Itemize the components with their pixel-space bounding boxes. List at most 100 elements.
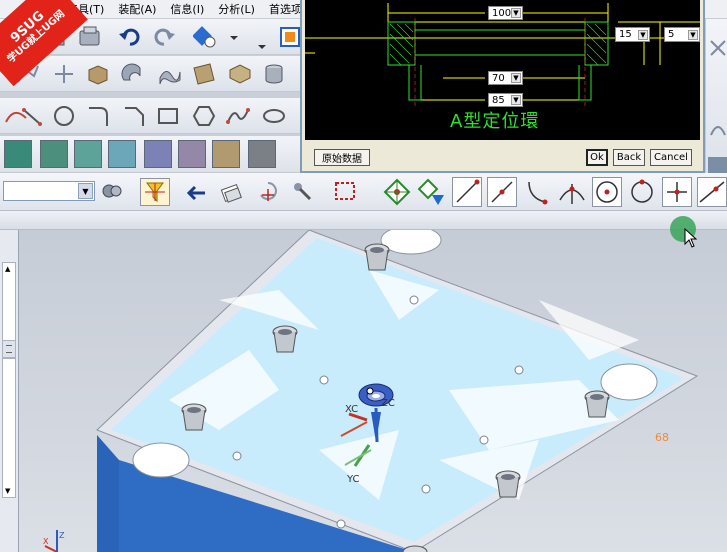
axis-xc-label: XC [345, 404, 358, 415]
snap-point-on-curve-icon[interactable] [697, 177, 727, 207]
dim-right-a-dropdown-icon[interactable]: ▼ [638, 30, 648, 40]
toolbar-row-2 [0, 56, 300, 92]
line-icon[interactable] [20, 104, 44, 128]
fillet-curve-icon[interactable] [86, 104, 110, 128]
dim-top-field[interactable]: 100 ▼ [488, 6, 523, 20]
resource-scroll-lower[interactable]: ▼ [2, 358, 16, 498]
spline-icon[interactable] [226, 104, 250, 128]
triad-x-label: X [43, 537, 49, 546]
swatch-violet-icon[interactable] [178, 140, 206, 168]
selection-toolbar: ▼ [0, 173, 727, 211]
dim-top-value: 100 [492, 7, 512, 19]
dim-bottom-dropdown-icon[interactable]: ▼ [511, 95, 521, 105]
dim-bottom-field[interactable]: 85 ▼ [488, 93, 523, 107]
layout-icon[interactable] [278, 25, 302, 49]
swatch-blue-icon[interactable] [108, 140, 136, 168]
axis-yc-label: YC [346, 474, 360, 485]
dim-mid-value: 70 [492, 72, 505, 84]
snap-endpoint-icon[interactable] [452, 177, 482, 207]
snap-quadrant-icon[interactable] [627, 177, 657, 207]
dim-top-dropdown-icon[interactable]: ▼ [511, 8, 521, 18]
snap-existing-point-icon[interactable] [662, 177, 692, 207]
graphics-viewport[interactable]: XC YC ZC 68 Z X [19, 230, 727, 552]
redo-icon[interactable] [152, 25, 176, 49]
dim-right-a-value: 15 [619, 29, 632, 40]
snap-midpoint-icon[interactable] [487, 177, 517, 207]
sweep-icon[interactable] [158, 62, 182, 86]
cancel-button[interactable]: Cancel [650, 149, 692, 166]
type-filter-dropdown-icon[interactable]: ▼ [78, 183, 93, 199]
arc-small-icon[interactable] [709, 119, 727, 137]
snap-component-icon[interactable] [290, 179, 314, 203]
snap-center-icon[interactable] [592, 177, 622, 207]
dim-mid-dropdown-icon[interactable]: ▼ [511, 73, 521, 83]
locating-ring-dialog: 100 ▼ 70 ▼ 85 ▼ A型定位環 15 ▼ 5 ▼ 原始数据 Ok Back C… [300, 0, 705, 173]
resource-scroll-thumb[interactable] [2, 340, 16, 358]
arrow-cross-icon[interactable] [709, 39, 727, 57]
dim-mid-field[interactable]: 70 ▼ [488, 71, 523, 85]
mesh-icon[interactable] [228, 62, 252, 86]
mouse-pointer-icon [684, 228, 698, 248]
swatch-green-icon[interactable] [40, 140, 68, 168]
undo-icon[interactable] [118, 25, 142, 49]
dim-bottom-value: 85 [492, 94, 505, 106]
swatch-grey-icon[interactable] [248, 140, 276, 168]
dropdown-arrow-icon[interactable] [228, 25, 240, 49]
back-button[interactable]: Back [613, 149, 645, 166]
dialog-preview-canvas: 100 ▼ 70 ▼ 85 ▼ A型定位環 [305, 0, 700, 140]
axis-zc-label: ZC [381, 398, 395, 409]
assembly-icon[interactable] [78, 25, 102, 49]
snap-options-icon[interactable] [417, 177, 448, 207]
ug-window: 工具(T) 装配(A) 信息(I) 分析(L) 首选项(P) 9SUG 学UG就… [0, 0, 727, 552]
type-filter-select[interactable]: ▼ [3, 181, 95, 201]
dim-right-b-value: 5 [668, 29, 675, 40]
swatch-tan-icon[interactable] [212, 140, 240, 168]
quick-pick-icon[interactable] [220, 181, 244, 205]
scroll-up-icon[interactable]: ▲ [5, 265, 10, 273]
ellipse-icon[interactable] [262, 104, 286, 128]
swatch-purple-icon[interactable] [144, 140, 172, 168]
secondary-toolbar [0, 211, 727, 230]
snap-control-point-icon[interactable] [522, 177, 552, 207]
dialog-button-bar: 原始数据 Ok Back Cancel [302, 146, 703, 168]
chamfer-curve-icon[interactable] [122, 104, 146, 128]
extrude-icon[interactable] [86, 62, 110, 86]
menu-analysis[interactable]: 分析(L) [211, 1, 262, 17]
ok-button[interactable]: Ok [586, 149, 608, 166]
dim-right-b-field[interactable]: 5 ▼ [664, 27, 700, 42]
revolve-icon[interactable] [120, 62, 144, 86]
view-triad-icon: Z X [43, 530, 65, 552]
surface-icon[interactable] [192, 62, 216, 86]
original-data-button[interactable]: 原始数据 [314, 149, 370, 166]
menu-info[interactable]: 信息(I) [163, 1, 211, 17]
point-icon[interactable] [52, 62, 76, 86]
toolbar-right-edge [705, 19, 727, 185]
resource-scroll-upper[interactable]: ▲ [2, 262, 16, 342]
menu-assembly[interactable]: 装配(A) [111, 1, 163, 17]
toolbar-row-4 [0, 136, 300, 173]
resource-bar: ▲ ▼ [0, 230, 19, 552]
rectangle-select-icon[interactable] [333, 179, 357, 203]
toolbar-overflow-icon[interactable] [256, 25, 268, 49]
swatch-cyan-icon[interactable] [74, 140, 102, 168]
dim-right-b-dropdown-icon[interactable]: ▼ [688, 30, 698, 40]
snap-point-rotate-icon[interactable] [256, 179, 280, 203]
rectangle-icon[interactable] [156, 104, 180, 128]
scroll-down-icon[interactable]: ▼ [5, 487, 10, 495]
select-filter-icon[interactable] [140, 178, 170, 206]
mold-plate-model: XC YC ZC 68 Z X [43, 230, 699, 552]
snap-intersection-icon[interactable] [557, 177, 587, 207]
cylinder-icon[interactable] [262, 62, 286, 86]
swatch-teal-icon[interactable] [4, 140, 32, 168]
command-finder-icon[interactable] [192, 25, 217, 49]
plate-side-left [97, 435, 119, 552]
grip-icon [6, 345, 12, 353]
deselect-arrow-icon[interactable] [185, 181, 209, 205]
circle-icon[interactable] [52, 104, 76, 128]
snap-enable-icon[interactable] [382, 177, 412, 207]
toolbar-row-3 [0, 98, 300, 134]
polygon-icon[interactable] [192, 104, 216, 128]
dimension-label: 68 [655, 431, 669, 444]
assembly-filter-icon[interactable] [100, 179, 124, 203]
dim-right-a-field[interactable]: 15 ▼ [615, 27, 650, 42]
